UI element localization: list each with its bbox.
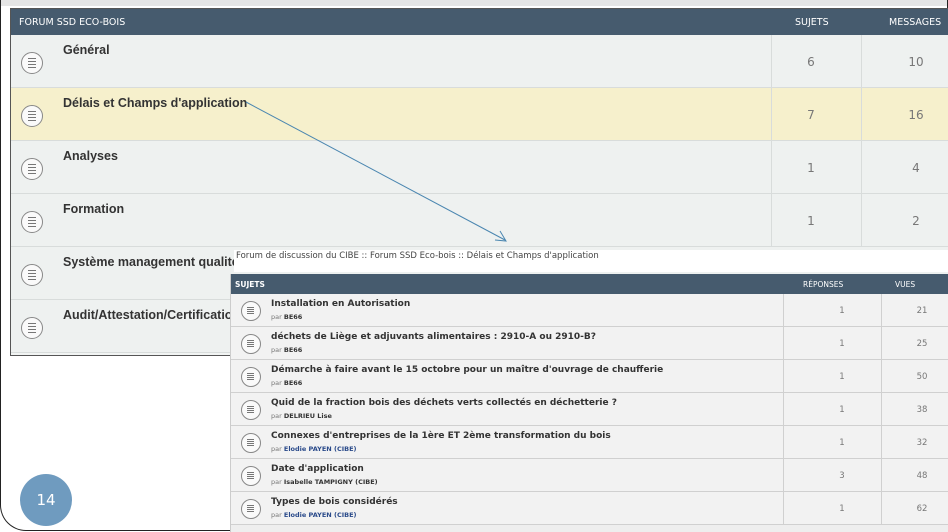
page-number-badge: 14 [20, 474, 72, 526]
page-number: 14 [36, 491, 56, 509]
annotation-arrow [245, 101, 507, 242]
